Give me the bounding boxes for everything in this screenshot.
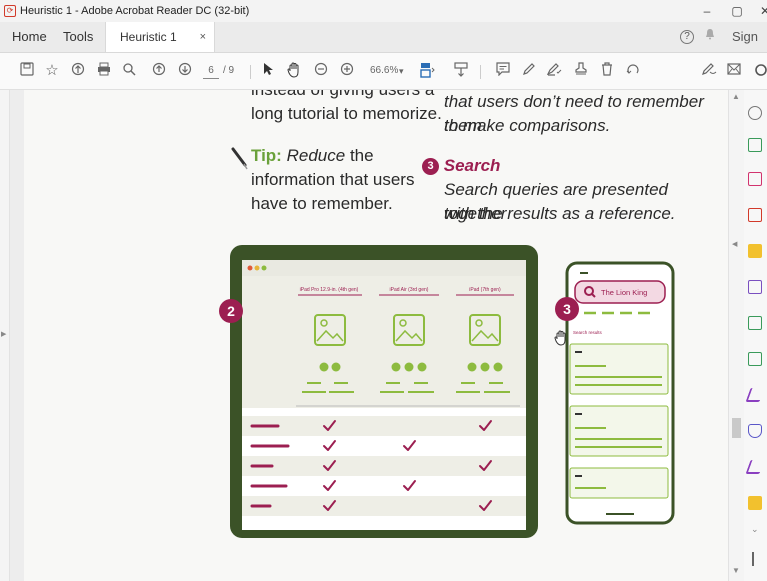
more-icon[interactable] bbox=[752, 62, 767, 80]
scroll-mode-icon[interactable] bbox=[452, 62, 470, 80]
scroll-up-icon[interactable]: ▲ bbox=[732, 92, 740, 101]
close-window-button[interactable]: ✕ bbox=[750, 0, 767, 22]
notification-bell-icon[interactable] bbox=[705, 22, 715, 52]
tab-document[interactable]: Heuristic 1 × bbox=[105, 22, 215, 52]
color-swatch bbox=[493, 362, 503, 372]
right-tools-panel: ⌄ bbox=[744, 90, 767, 581]
scroll-down-icon[interactable]: ▼ bbox=[732, 566, 740, 575]
color-swatch bbox=[417, 362, 427, 372]
page-up-icon[interactable] bbox=[150, 62, 168, 80]
tab-close-icon[interactable]: × bbox=[200, 22, 206, 52]
compress-pdf-icon[interactable] bbox=[748, 352, 762, 366]
window-titlebar: ⟳ Heuristic 1 - Adobe Acrobat Reader DC … bbox=[0, 0, 767, 22]
tools-pencil-icon[interactable] bbox=[700, 62, 718, 80]
hand-tool-icon[interactable] bbox=[285, 62, 303, 80]
rotate-icon[interactable] bbox=[624, 62, 642, 80]
chevron-down-icon[interactable]: ⌄ bbox=[751, 524, 759, 535]
step-badge-3-label: 3 bbox=[563, 301, 571, 317]
toolbar-separator bbox=[250, 65, 251, 79]
stamp-tool-icon[interactable] bbox=[748, 496, 762, 510]
table-row bbox=[242, 456, 526, 476]
scrollbar-thumb[interactable] bbox=[732, 418, 741, 438]
comment-tool-icon[interactable] bbox=[748, 244, 762, 258]
tab-bar: Home Tools Heuristic 1 × ? Sign In bbox=[0, 22, 767, 74]
window-dot-icon bbox=[254, 265, 260, 271]
acrobat-app-icon: ⟳ bbox=[4, 5, 16, 17]
panel-divider-icon bbox=[752, 552, 754, 566]
color-swatch bbox=[391, 362, 401, 372]
color-swatch bbox=[331, 362, 341, 372]
search-results-label: Search results bbox=[573, 330, 603, 335]
sign-in-link[interactable]: Sign In bbox=[732, 22, 767, 74]
window-dot-icon bbox=[261, 265, 267, 271]
heuristic-illustration: iPad Pro 12.9-in. (4th gen) iPad Air (3r… bbox=[219, 245, 675, 538]
search-result-card bbox=[569, 343, 669, 395]
request-signature-icon[interactable] bbox=[745, 460, 765, 474]
color-swatch bbox=[319, 362, 329, 372]
zoom-level-select[interactable]: 66.6% bbox=[370, 64, 398, 78]
select-cursor-icon[interactable] bbox=[259, 62, 277, 80]
toolbar-separator bbox=[480, 65, 481, 79]
zoom-in-icon[interactable] bbox=[338, 62, 356, 80]
table-row bbox=[242, 416, 526, 436]
export-pdf-icon[interactable] bbox=[748, 138, 762, 152]
help-icon[interactable]: ? bbox=[680, 30, 694, 44]
main-toolbar: ☆ 6 / 9 66.6% ▾ bbox=[0, 53, 767, 90]
vertical-scrollbar[interactable]: ▲ ▼ bbox=[728, 90, 744, 581]
scan-ocr-icon[interactable] bbox=[748, 316, 762, 330]
window-dot-icon bbox=[247, 265, 253, 271]
print-icon[interactable] bbox=[95, 62, 113, 80]
create-pdf-icon[interactable] bbox=[748, 106, 762, 120]
tab-tools[interactable]: Tools bbox=[63, 22, 93, 52]
comment-icon[interactable] bbox=[494, 62, 512, 80]
chevron-down-icon[interactable]: ▾ bbox=[399, 64, 404, 78]
table-row bbox=[242, 496, 526, 516]
upload-icon[interactable] bbox=[69, 62, 87, 80]
search-result-card bbox=[569, 405, 669, 457]
organize-pages-icon[interactable] bbox=[748, 172, 762, 186]
bookmark-star-icon[interactable]: ☆ bbox=[43, 62, 61, 80]
protect-icon[interactable] bbox=[748, 424, 762, 438]
phone-search-query: The Lion King bbox=[601, 288, 647, 297]
step-badge-2-label: 2 bbox=[227, 303, 235, 319]
zoom-search-icon[interactable] bbox=[120, 62, 138, 80]
color-swatch bbox=[480, 362, 490, 372]
minimize-button[interactable]: – bbox=[692, 0, 722, 22]
fill-sign-icon[interactable] bbox=[745, 388, 765, 402]
page-number-input[interactable]: 6 bbox=[203, 64, 219, 79]
column-header: iPad Air (3rd gen) bbox=[390, 287, 429, 293]
color-swatch bbox=[467, 362, 477, 372]
product-header-area bbox=[242, 276, 526, 408]
save-icon[interactable] bbox=[18, 62, 36, 80]
collapse-right-panel-icon[interactable]: ◀ bbox=[732, 240, 737, 248]
zoom-out-icon[interactable] bbox=[312, 62, 330, 80]
pdf-page: instead of giving users a long tutorial … bbox=[24, 90, 728, 581]
sign-icon[interactable] bbox=[546, 62, 564, 80]
fit-page-icon[interactable] bbox=[419, 62, 437, 80]
tablet-browser-bar bbox=[242, 260, 526, 276]
combine-files-icon[interactable] bbox=[748, 280, 762, 294]
tab-document-label: Heuristic 1 bbox=[120, 30, 177, 44]
stamp-icon[interactable] bbox=[572, 62, 590, 80]
tab-home[interactable]: Home bbox=[12, 22, 47, 52]
window-title: Heuristic 1 - Adobe Acrobat Reader DC (3… bbox=[20, 5, 250, 17]
column-header: iPad Pro 12.9-in. (4th gen) bbox=[300, 287, 359, 293]
hand-cursor-icon bbox=[554, 330, 566, 346]
left-nav-panel[interactable]: ▶ bbox=[0, 90, 10, 581]
search-result-card bbox=[569, 467, 669, 499]
color-swatch bbox=[404, 362, 414, 372]
column-header: iPad (7th gen) bbox=[469, 287, 501, 293]
page-down-icon[interactable] bbox=[176, 62, 194, 80]
highlight-pen-icon[interactable] bbox=[520, 62, 538, 80]
delete-icon[interactable] bbox=[598, 62, 616, 80]
maximize-button[interactable]: ▢ bbox=[722, 0, 752, 22]
page-total: / 9 bbox=[223, 65, 235, 76]
document-viewer[interactable]: instead of giving users a long tutorial … bbox=[10, 90, 728, 581]
expand-left-panel-icon[interactable]: ▶ bbox=[1, 330, 6, 338]
edit-pdf-icon[interactable] bbox=[748, 208, 762, 222]
mail-icon[interactable] bbox=[725, 62, 743, 80]
